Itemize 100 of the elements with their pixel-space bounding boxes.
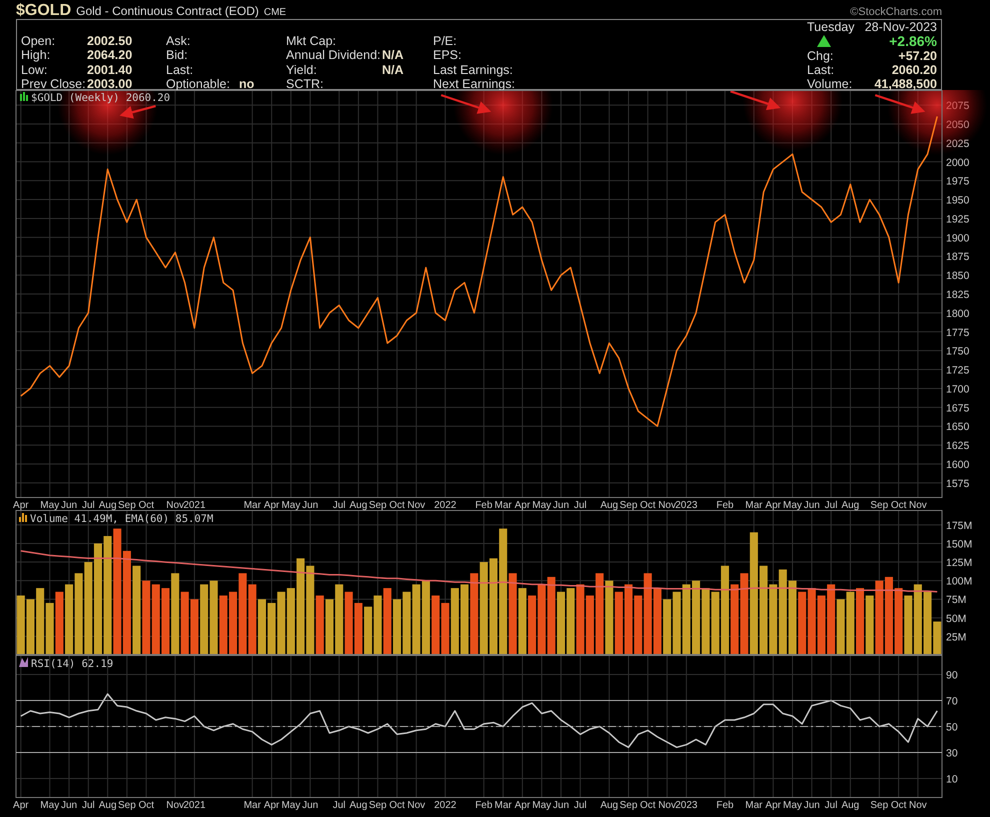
volume-bar <box>798 592 806 655</box>
field-label: EPS: <box>433 48 462 63</box>
axis-label: Apr <box>765 500 781 510</box>
volume-bar <box>200 584 208 655</box>
day-label: Tuesday <box>807 20 854 34</box>
volume-bar <box>711 592 720 655</box>
date-label: 28-Nov-2023 <box>864 20 937 34</box>
axis-label: Apr <box>13 500 29 510</box>
axis-label: 1875 <box>946 251 970 264</box>
axis-label: Sep <box>620 800 638 810</box>
axis-label: 1625 <box>946 440 970 452</box>
volume-bar <box>827 584 836 655</box>
volume-bar <box>904 596 912 655</box>
axis-label: Aug <box>98 500 117 510</box>
axis-label: 2022 <box>434 800 456 810</box>
axis-label: Aug <box>841 500 860 510</box>
axis-label: Sep <box>870 500 888 510</box>
axis-label: Aug <box>98 800 117 810</box>
field-label: Ask: <box>166 34 192 48</box>
field-label: Mkt Cap: <box>286 34 338 48</box>
axis-label: Jul <box>574 800 587 810</box>
volume-bar <box>55 592 64 655</box>
axis-label: May <box>532 500 552 510</box>
axis-label: Aug <box>841 800 860 810</box>
volume-bar <box>653 588 662 655</box>
axis-label: 1700 <box>946 383 970 396</box>
axis-label: 1750 <box>946 346 970 358</box>
axis-label: Oct <box>389 500 405 510</box>
axis-label: 2000 <box>946 156 970 169</box>
axis-label: 1650 <box>946 421 970 434</box>
volume-bar <box>460 584 469 655</box>
axis-label: Jul <box>332 800 346 810</box>
axis-label: Sep <box>118 800 136 810</box>
axis-label: Jun <box>804 500 820 510</box>
field-label: Next Earnings: <box>433 76 515 92</box>
volume-bar <box>383 588 392 655</box>
axis-label: Apr <box>13 800 29 810</box>
axis-label: Nov <box>166 500 184 510</box>
field-label: Last Earnings: <box>433 62 513 77</box>
volume-bar <box>258 599 266 655</box>
volume-bar <box>335 584 344 655</box>
axis-label: Jun <box>804 800 820 810</box>
axis-label: Mar <box>494 800 512 810</box>
volume-bar <box>190 599 198 655</box>
axis-label: 150M <box>946 538 972 550</box>
axis-label: Sep <box>368 500 387 510</box>
axis-label: 50 <box>946 722 958 734</box>
arrow <box>440 94 492 114</box>
field-label: Low: <box>21 62 48 77</box>
arrow <box>730 90 781 110</box>
ticker-symbol: $GOLD <box>16 2 72 20</box>
axis-label: Apr <box>514 500 530 510</box>
field-value: +57.20 <box>898 48 937 63</box>
axis-label: Jun <box>552 500 570 510</box>
axis-label: Jun <box>61 500 78 510</box>
axis-label: Sep <box>368 800 387 810</box>
volume-bar <box>277 592 286 655</box>
axis-label: Aug <box>600 500 618 510</box>
axis-label: May <box>40 800 60 810</box>
axis-label: Aug <box>350 800 368 810</box>
volume-bar <box>432 596 440 655</box>
field-value: 2002.50 <box>87 34 132 48</box>
volume-bar <box>730 584 739 655</box>
axis-label: Feb <box>475 500 492 510</box>
axis-label: Apr <box>264 800 280 810</box>
axis-label: Feb <box>716 500 734 510</box>
axis-label: Mar <box>244 500 261 510</box>
axis-label: Nov <box>407 800 426 810</box>
axis-label: 2075 <box>946 100 970 112</box>
chart-icon <box>20 92 28 101</box>
axis-label: Jul <box>824 800 838 810</box>
field-value: 2060.20 <box>892 62 937 78</box>
axis-label: Nov <box>407 500 426 510</box>
volume-bar <box>566 588 575 655</box>
field-label: Bid: <box>166 48 189 63</box>
volume-bar <box>808 588 816 655</box>
volume-bar <box>374 596 382 655</box>
axis-label: Jun <box>302 500 318 510</box>
axis-label: Apr <box>264 500 280 510</box>
field-label: SCTR: <box>286 76 324 92</box>
volume-bar <box>441 602 450 655</box>
axis-label: Nov <box>658 500 676 510</box>
volume-bar <box>702 588 710 655</box>
volume-bar <box>528 596 536 655</box>
volume-bar <box>538 584 546 655</box>
axis-label: 2023 <box>675 500 698 510</box>
axis-label: 2021 <box>183 800 206 810</box>
axis-label: 1925 <box>946 213 970 226</box>
axis-label: 1850 <box>946 270 970 282</box>
field-label: High: <box>21 48 52 63</box>
volume-bar <box>856 588 864 655</box>
volume-bar <box>16 596 25 655</box>
chart-legend: $GOLD (Weekly) 2060.20 <box>31 92 170 104</box>
axis-label: Oct <box>640 800 656 810</box>
volume-bar <box>586 596 594 655</box>
field-label: Open: <box>21 34 56 48</box>
volume-bar <box>46 602 54 655</box>
axis-label: Jul <box>574 500 587 510</box>
copyright-text: ©StockCharts.com <box>850 6 942 18</box>
field-value: no <box>239 76 254 92</box>
